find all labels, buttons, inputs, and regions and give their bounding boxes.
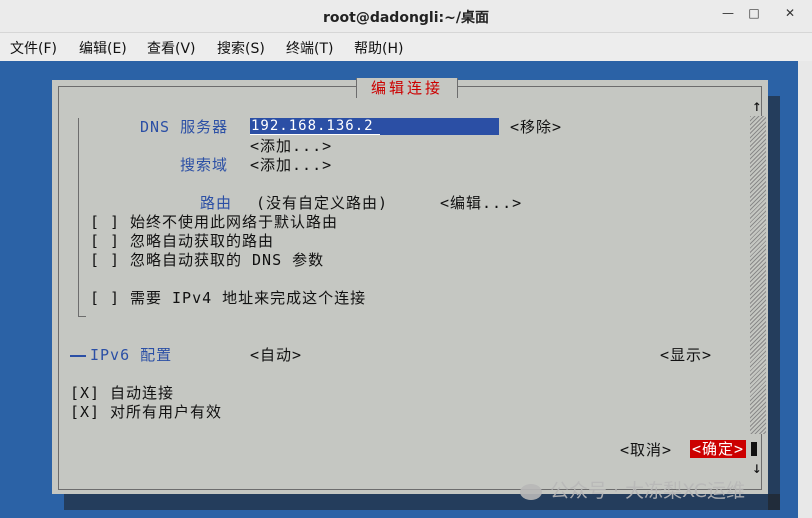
dns-server-label: DNS 服务器 (140, 118, 229, 136)
cancel-button[interactable]: <取消> (620, 441, 672, 459)
routing-value: (没有自定义路由) (256, 194, 389, 212)
dns-server-underline (250, 134, 380, 135)
menu-edit[interactable]: 编辑(E) (79, 38, 127, 58)
dialog-shadow-right (768, 96, 780, 510)
checkbox-label: 自动连接 (110, 384, 175, 402)
watermark: 公众号 · 大冻梨XC运维 (520, 476, 745, 503)
dns-remove-button[interactable]: <移除> (510, 118, 562, 136)
checkbox-ignore-auto-dns[interactable]: [ ] (90, 251, 120, 269)
ipv4-section-border (78, 118, 79, 316)
ipv6-mode-select[interactable]: <自动> (250, 346, 302, 364)
scroll-down-icon[interactable]: ↓ (752, 458, 762, 477)
checkbox-label: 需要 IPv4 地址来完成这个连接 (130, 289, 367, 307)
menu-view[interactable]: 查看(V) (147, 38, 196, 58)
terminal-scrollbar[interactable] (798, 61, 812, 518)
menu-help[interactable]: 帮助(H) (354, 38, 403, 58)
terminal-cursor (751, 442, 757, 456)
checkbox-all-users[interactable]: [X] (70, 403, 100, 421)
ipv6-config-label: IPv6 配置 (90, 346, 173, 364)
checkbox-label: 对所有用户有效 (110, 403, 223, 421)
menu-file[interactable]: 文件(F) (10, 38, 57, 58)
title-bar: root@dadongli:~/桌面 — □ ✕ (0, 0, 812, 33)
close-button[interactable]: ✕ (782, 6, 798, 20)
checkbox-label: 忽略自动获取的路由 (130, 232, 275, 250)
wechat-icon (520, 483, 542, 500)
ok-button[interactable]: <确定> (690, 440, 747, 458)
ipv6-show-button[interactable]: <显示> (660, 346, 712, 364)
search-domain-add-button[interactable]: <添加...> (250, 156, 332, 174)
dialog-title: 编辑连接 (356, 78, 459, 98)
maximize-button[interactable]: □ (746, 6, 762, 20)
checkbox-auto-connect[interactable]: [X] (70, 384, 100, 402)
checkbox-label: 忽略自动获取的 DNS 参数 (130, 251, 325, 269)
window-title: root@dadongli:~/桌面 (323, 10, 489, 26)
dialog-frame (58, 86, 762, 490)
ipv4-section-border-foot (78, 316, 86, 317)
checkbox-ignore-auto-routes[interactable]: [ ] (90, 232, 120, 250)
routing-label: 路由 (200, 194, 233, 212)
watermark-text: 公众号 · 大冻梨XC运维 (550, 480, 746, 502)
dns-add-button[interactable]: <添加...> (250, 137, 332, 155)
dns-server-value: 192.168.136.2 (251, 118, 374, 134)
menu-bar: 文件(F) 编辑(E) 查看(V) 搜索(S) 终端(T) 帮助(H) (0, 33, 812, 61)
checkbox-require-ipv4[interactable]: [ ] (90, 289, 120, 307)
routing-edit-button[interactable]: <编辑...> (440, 194, 522, 212)
checkbox-never-default-route[interactable]: [ ] (90, 213, 120, 231)
ipv6-section-marker (70, 355, 86, 357)
search-domain-label: 搜索域 (180, 156, 229, 174)
menu-terminal[interactable]: 终端(T) (286, 38, 333, 58)
menu-search[interactable]: 搜索(S) (217, 38, 265, 58)
dialog-scrollbar[interactable] (750, 116, 766, 434)
minimize-button[interactable]: — (720, 6, 736, 20)
scroll-up-icon[interactable]: ↑ (752, 96, 762, 115)
checkbox-label: 始终不使用此网络于默认路由 (130, 213, 339, 231)
